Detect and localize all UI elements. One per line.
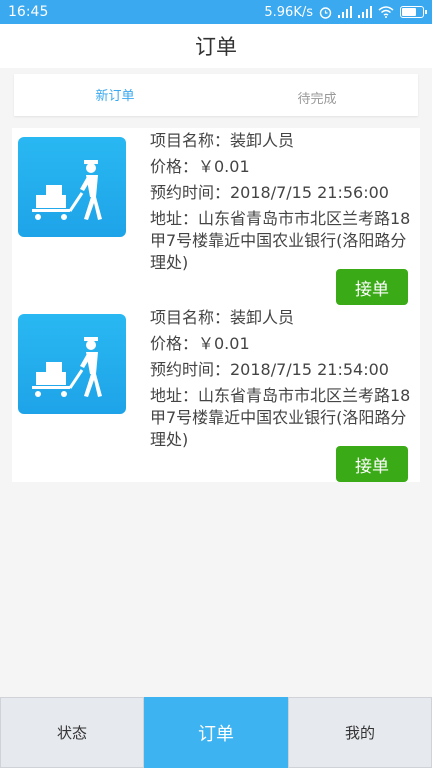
accept-order-button[interactable]: 接单 <box>336 269 408 305</box>
status-bar: 16:45 5.96K/s <box>0 0 432 24</box>
order-info: 项目名称：装卸人员 价格：￥0.01 预约时间：2018/7/15 21:54:… <box>150 307 416 455</box>
alarm-icon <box>319 6 332 19</box>
battery-icon <box>400 6 427 18</box>
nav-orders[interactable]: 订单 <box>144 697 288 768</box>
order-info: 项目名称：装卸人员 价格：￥0.01 预约时间：2018/7/15 21:56:… <box>150 130 416 278</box>
status-time: 16:45 <box>8 4 49 20</box>
signal-icon-2 <box>358 6 372 18</box>
order-tabs: 新订单 待完成 <box>14 74 418 116</box>
project-name: 项目名称：装卸人员 <box>150 131 295 150</box>
worker-cart-icon <box>18 314 126 414</box>
address: 地址：山东省青岛市市北区兰考路18甲7号楼靠近中国农业银行(洛阳路分理处) <box>150 209 411 272</box>
tab-pending[interactable]: 待完成 <box>216 74 418 116</box>
wifi-icon <box>378 6 394 18</box>
list-item: 项目名称：装卸人员 价格：￥0.01 预约时间：2018/7/15 21:54:… <box>12 305 420 482</box>
project-name: 项目名称：装卸人员 <box>150 308 295 327</box>
bottom-nav: 状态 订单 我的 <box>0 697 432 768</box>
tab-new-orders[interactable]: 新订单 <box>14 74 216 116</box>
appointment-time: 预约时间：2018/7/15 21:56:00 <box>150 183 389 202</box>
price: 价格：￥0.01 <box>150 157 250 176</box>
signal-icon <box>338 6 352 18</box>
status-icons: 5.96K/s <box>264 4 427 20</box>
list-item: 项目名称：装卸人员 价格：￥0.01 预约时间：2018/7/15 21:56:… <box>12 128 420 305</box>
network-speed: 5.96K/s <box>264 4 313 20</box>
nav-status[interactable]: 状态 <box>0 697 144 768</box>
appointment-time: 预约时间：2018/7/15 21:54:00 <box>150 360 389 379</box>
accept-order-button[interactable]: 接单 <box>336 446 408 482</box>
address: 地址：山东省青岛市市北区兰考路18甲7号楼靠近中国农业银行(洛阳路分理处) <box>150 386 411 449</box>
worker-cart-icon <box>18 137 126 237</box>
order-list: 项目名称：装卸人员 价格：￥0.01 预约时间：2018/7/15 21:56:… <box>12 128 420 482</box>
page-title: 订单 <box>0 24 432 68</box>
price: 价格：￥0.01 <box>150 334 250 353</box>
nav-mine[interactable]: 我的 <box>288 697 432 768</box>
